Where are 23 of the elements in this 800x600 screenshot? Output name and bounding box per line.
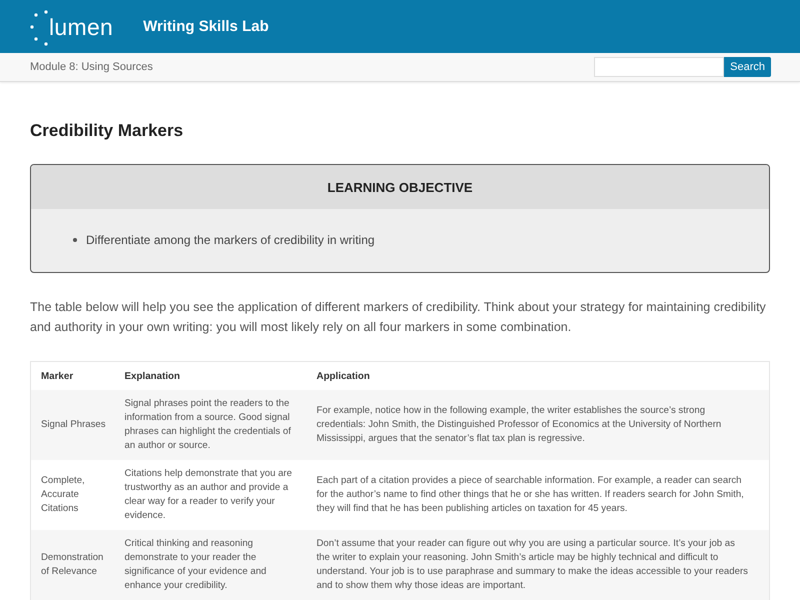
table-cell: Demonstration of Relevance — [30, 530, 114, 600]
table-cell: Citations help demonstrate that you are trustworthy as an author and provide a clear way for a reader to verify your evidence. — [114, 460, 306, 530]
module-breadcrumb[interactable]: Module 8: Using Sources — [30, 61, 153, 73]
table-cell: Complete, Accurate Citations — [30, 460, 114, 530]
table-header-cell: Explanation — [114, 362, 306, 390]
table-cell: For example, notice how in the following example, the writer establishes the source’s strong credentials: John Smith, the Distinguished Professor of Economics at the University of Northern Mississippi, argues that the senator’s flat tax plan is regressive. — [306, 390, 770, 460]
page-heading: Credibility Markers — [30, 120, 184, 142]
search-button[interactable]: Search — [724, 57, 771, 77]
objective-item: Differentiate among the markers of credibility in writing — [86, 232, 375, 249]
table-cell: Don’t assume that your reader can figure out why you are using a particular source. It’s your job as the writer to explain your reasoning. John Smith’s article may be highly technical and difficult to understand. Your job is to use paraphrase and summary to make the ideas accessible to your readers and to show them why those ideas are important. — [306, 530, 770, 600]
table-header-cell: Application — [306, 362, 770, 390]
table-cell: Critical thinking and reasoning demonstrate to your reader the significance of your evidence and enhance your credibility. — [114, 530, 306, 600]
search-field[interactable] — [594, 57, 724, 77]
lumen-logo[interactable]: lumen — [30, 8, 114, 46]
table-cell: Each part of a citation provides a piece of searchable information. For example, a reader can search for the author’s name to find other things that he or she has written. If readers search for John Smith, they will find that he has been publishing articles on taxation for 45 years. — [306, 460, 770, 530]
table-cell: Signal phrases point the readers to the information from a source. Good signal phrases can highlight the credentials of an author or source. — [114, 390, 306, 460]
bullet-icon — [73, 238, 77, 242]
objective-title: LEARNING OBJECTIVE — [31, 165, 769, 209]
intro-paragraph: The table below will help you see the application of different markers of credibility. Think about your strategy for maintaining credibility and authority in your own writing: you will most likely rely on all four markers in some combination. — [30, 299, 767, 336]
table-header-cell: Marker — [30, 362, 114, 390]
site-title[interactable]: Writing Skills Lab — [143, 18, 269, 35]
table-cell: Signal Phrases — [30, 390, 114, 460]
dots-icon — [30, 10, 48, 46]
